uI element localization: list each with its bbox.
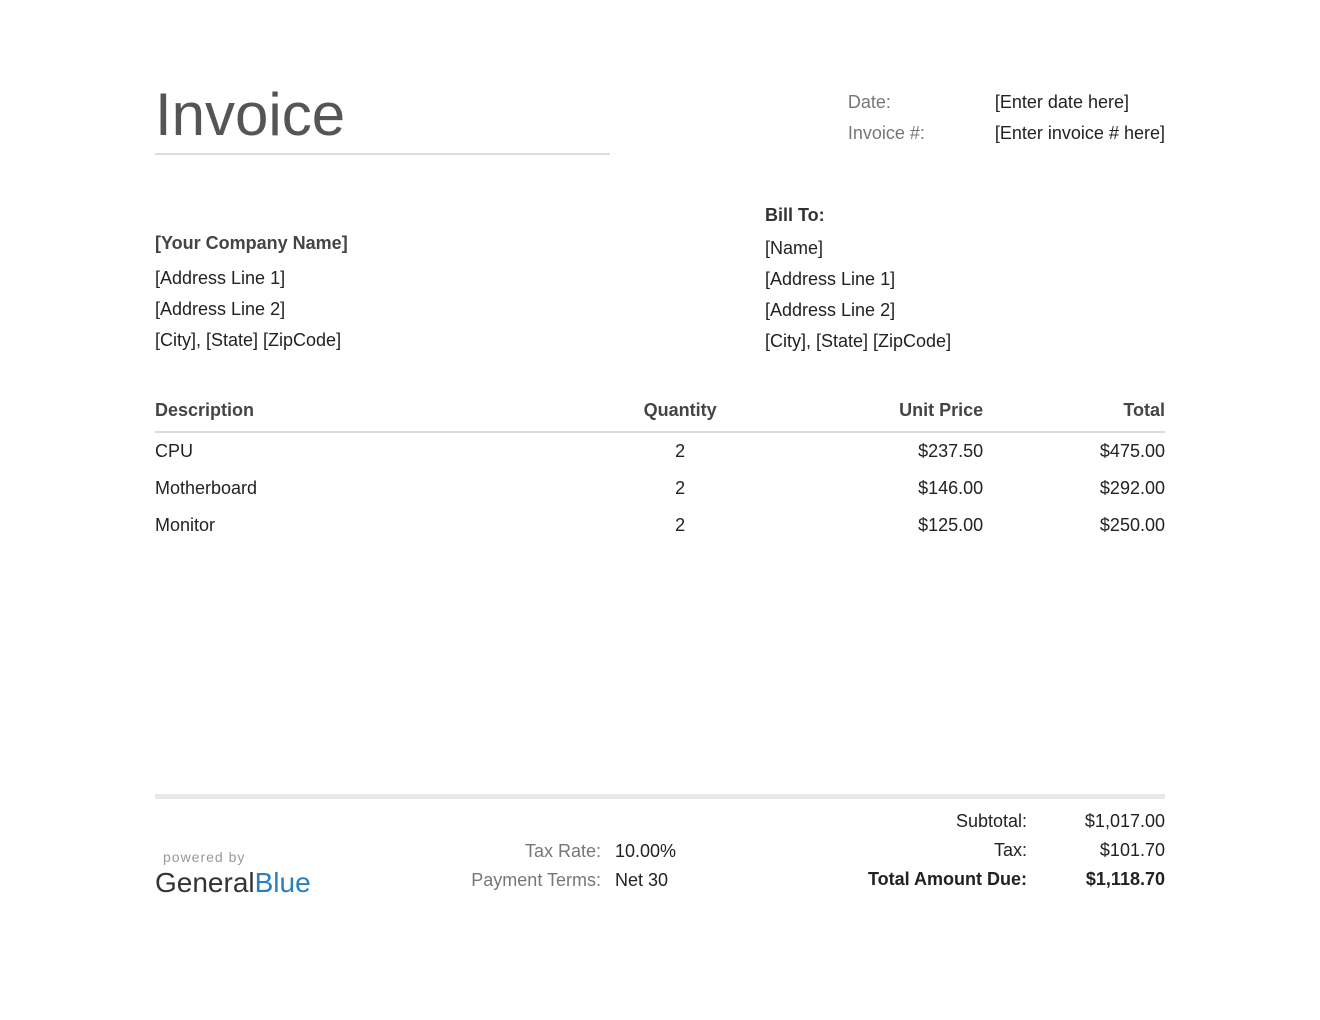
- cell-quantity: 2: [599, 432, 761, 470]
- meta-invoice-num-row: Invoice #: [Enter invoice # here]: [848, 123, 1165, 144]
- cell-quantity: 2: [599, 507, 761, 544]
- payment-terms-label: Payment Terms:: [465, 870, 615, 891]
- meta-block: Date: [Enter date here] Invoice #: [Ente…: [848, 80, 1165, 154]
- terms-block: Tax Rate: 10.00% Payment Terms: Net 30: [465, 811, 835, 899]
- col-header-unit-price: Unit Price: [761, 400, 983, 432]
- cell-description: Monitor: [155, 507, 599, 544]
- tax-rate-row: Tax Rate: 10.00%: [465, 841, 835, 862]
- table-header-row: Description Quantity Unit Price Total: [155, 400, 1165, 432]
- date-label: Date:: [848, 92, 995, 113]
- cell-total: $250.00: [983, 507, 1165, 544]
- cell-description: CPU: [155, 432, 599, 470]
- logo-blue: Blue: [255, 867, 311, 898]
- from-address-block: [Your Company Name] [Address Line 1] [Ad…: [155, 205, 605, 362]
- cell-description: Motherboard: [155, 470, 599, 507]
- footer: powered by GeneralBlue Tax Rate: 10.00% …: [155, 811, 1165, 899]
- cell-unit-price: $237.50: [761, 432, 983, 470]
- line-items-table: Description Quantity Unit Price Total CP…: [155, 400, 1165, 544]
- tax-rate-value: 10.00%: [615, 841, 676, 862]
- addresses: [Your Company Name] [Address Line 1] [Ad…: [155, 205, 1165, 362]
- from-city-state-zip: [City], [State] [ZipCode]: [155, 330, 605, 351]
- subtotal-label: Subtotal:: [835, 811, 1045, 832]
- payment-terms-value: Net 30: [615, 870, 668, 891]
- branding-block: powered by GeneralBlue: [155, 811, 465, 899]
- from-addr1: [Address Line 1]: [155, 268, 605, 289]
- document-title: Invoice: [155, 80, 610, 149]
- invoice-num-value: [Enter invoice # here]: [995, 123, 1165, 144]
- table-row: Motherboard2$146.00$292.00: [155, 470, 1165, 507]
- tax-row: Tax: $101.70: [835, 840, 1165, 861]
- tax-label: Tax:: [835, 840, 1045, 861]
- total-due-row: Total Amount Due: $1,118.70: [835, 869, 1165, 890]
- invoice-num-label: Invoice #:: [848, 123, 995, 144]
- meta-date-row: Date: [Enter date here]: [848, 92, 1165, 113]
- header-row: Invoice Date: [Enter date here] Invoice …: [155, 80, 1165, 155]
- cell-unit-price: $146.00: [761, 470, 983, 507]
- bill-to-addr2: [Address Line 2]: [765, 300, 1165, 321]
- from-company-name: [Your Company Name]: [155, 233, 605, 254]
- cell-total: $475.00: [983, 432, 1165, 470]
- table-row: CPU2$237.50$475.00: [155, 432, 1165, 470]
- from-addr2: [Address Line 2]: [155, 299, 605, 320]
- cell-unit-price: $125.00: [761, 507, 983, 544]
- invoice-page: Invoice Date: [Enter date here] Invoice …: [0, 0, 1320, 899]
- powered-by-text: powered by: [163, 849, 465, 865]
- total-due-label: Total Amount Due:: [835, 869, 1045, 890]
- summary-block: Subtotal: $1,017.00 Tax: $101.70 Total A…: [835, 811, 1165, 898]
- col-header-quantity: Quantity: [599, 400, 761, 432]
- subtotal-row: Subtotal: $1,017.00: [835, 811, 1165, 832]
- cell-quantity: 2: [599, 470, 761, 507]
- bill-to-label: Bill To:: [765, 205, 1165, 226]
- tax-rate-label: Tax Rate:: [465, 841, 615, 862]
- date-value: [Enter date here]: [995, 92, 1129, 113]
- bill-to-city-state-zip: [City], [State] [ZipCode]: [765, 331, 1165, 352]
- cell-total: $292.00: [983, 470, 1165, 507]
- total-due-value: $1,118.70: [1045, 869, 1165, 890]
- logo-text: GeneralBlue: [155, 867, 465, 899]
- footer-divider: [155, 794, 1165, 799]
- bill-to-addr1: [Address Line 1]: [765, 269, 1165, 290]
- col-header-total: Total: [983, 400, 1165, 432]
- table-row: Monitor2$125.00$250.00: [155, 507, 1165, 544]
- title-block: Invoice: [155, 80, 610, 155]
- bill-to-block: Bill To: [Name] [Address Line 1] [Addres…: [765, 205, 1165, 362]
- tax-value: $101.70: [1045, 840, 1165, 861]
- payment-terms-row: Payment Terms: Net 30: [465, 870, 835, 891]
- logo-general: General: [155, 867, 255, 898]
- subtotal-value: $1,017.00: [1045, 811, 1165, 832]
- col-header-description: Description: [155, 400, 599, 432]
- bill-to-name: [Name]: [765, 238, 1165, 259]
